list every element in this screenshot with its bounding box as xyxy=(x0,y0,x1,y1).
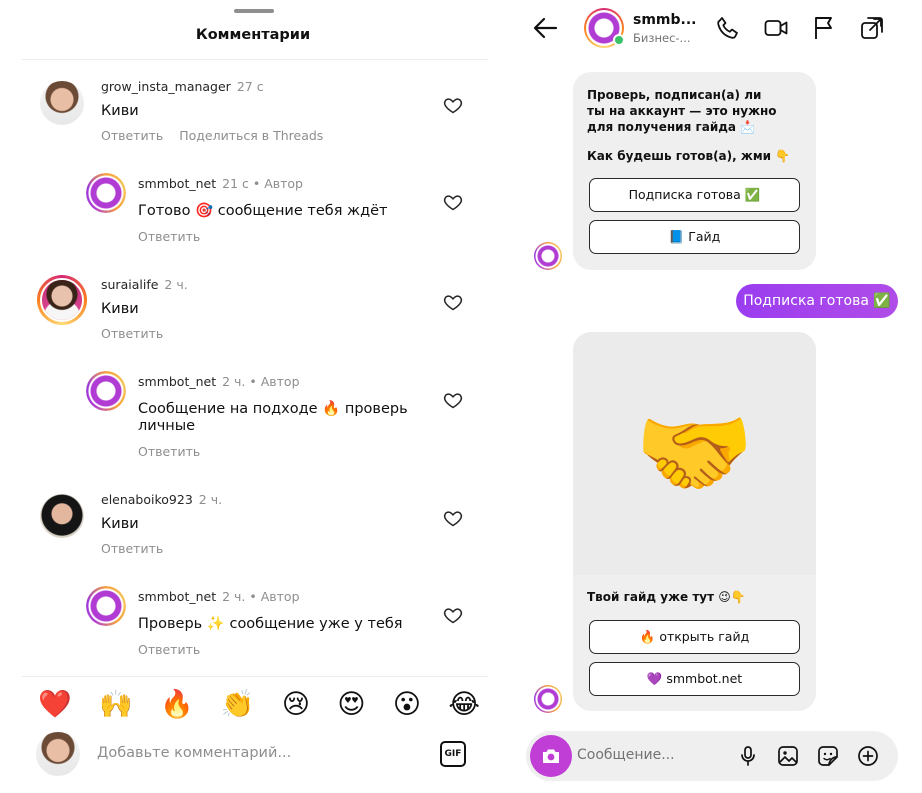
smmbot-logo-icon xyxy=(534,685,562,713)
sheet-drag-handle[interactable] xyxy=(234,9,274,13)
reply-button[interactable]: Ответить xyxy=(101,128,163,143)
comment-meta: 27 с xyxy=(236,79,264,94)
comment-input[interactable]: Добавьте комментарий... xyxy=(97,745,291,761)
comment-reply-item: smmbot_net 2 ч. • Автор Проверь ✨ сообщен… xyxy=(0,585,506,665)
heart-icon[interactable] xyxy=(443,95,463,115)
emoji-laugh-button[interactable]: 😂 xyxy=(448,691,480,718)
microphone-icon[interactable] xyxy=(737,745,759,767)
avatar[interactable] xyxy=(86,371,126,411)
comment-composer: Добавьте комментарий... GIF xyxy=(0,728,506,782)
subscription-ready-button[interactable]: Подписка готова ✅ xyxy=(589,178,800,212)
reply-button[interactable]: Ответить xyxy=(138,642,200,657)
comment-text: Киви xyxy=(101,516,139,532)
image-icon[interactable] xyxy=(777,745,799,767)
phone-icon[interactable] xyxy=(715,15,741,41)
comment-username[interactable]: elenaboiko923 xyxy=(101,492,193,507)
online-status-dot xyxy=(613,34,625,46)
avatar[interactable] xyxy=(534,242,562,270)
avatar[interactable] xyxy=(86,586,126,626)
reply-button[interactable]: Ответить xyxy=(101,326,163,341)
comment-username[interactable]: grow_insta_manager xyxy=(101,79,231,94)
share-threads-button[interactable]: Поделиться в Threads xyxy=(179,128,323,143)
website-button[interactable]: 💜 smmbot.net xyxy=(589,662,800,696)
avatar-story-ring[interactable] xyxy=(37,275,87,325)
comment-meta: 2 ч. xyxy=(164,277,188,292)
camera-button[interactable] xyxy=(530,735,572,777)
video-icon[interactable] xyxy=(763,15,789,41)
open-guide-button[interactable]: 🔥 открыть гайд xyxy=(589,620,800,654)
comment-text: Проверь ✨ сообщение уже у тебя xyxy=(138,616,403,632)
message-text: Проверь, подписан(а) ли ты на аккаунт — … xyxy=(587,88,777,134)
emoji-heart-eyes-button[interactable]: 😍 xyxy=(337,691,365,718)
chat-subtitle: Бизнес-... xyxy=(633,31,691,45)
avatar[interactable] xyxy=(86,173,126,213)
emoji-cry-button[interactable]: 😢 xyxy=(282,691,310,718)
message-input[interactable]: Сообщение... xyxy=(577,747,675,763)
external-link-icon[interactable] xyxy=(859,15,885,41)
gif-button[interactable]: GIF xyxy=(440,741,466,767)
comment-item: elenaboiko923 2 ч. Киви Ответить xyxy=(0,488,506,568)
comment-item: grow_insta_manager 27 с Киви Ответить Поде… xyxy=(0,75,506,155)
bot-card-message: 🤝 Твой гайд уже тут 😉👇 🔥 открыть гайд 💜 … xyxy=(573,332,816,711)
comment-username[interactable]: smmbot_net xyxy=(138,176,216,191)
sticker-icon[interactable] xyxy=(817,745,839,767)
emoji-reaction-bar: ❤️ 🙌 🔥 👏 😢 😍 😮 😂 xyxy=(22,684,492,724)
emoji-heart-button[interactable]: ❤️ xyxy=(38,691,72,718)
heart-icon[interactable] xyxy=(443,605,463,625)
heart-icon[interactable] xyxy=(443,390,463,410)
card-caption: Твой гайд уже тут 😉👇 xyxy=(587,590,746,604)
message-text: Как будешь готов(а), жми 👇 xyxy=(587,149,791,163)
reply-button[interactable]: Ответить xyxy=(101,541,163,556)
flag-icon[interactable] xyxy=(811,15,837,41)
comment-text: Сообщение на подходе 🔥 проверь личные xyxy=(138,401,408,434)
smmbot-logo-icon xyxy=(86,173,126,213)
emoji-fire-button[interactable]: 🔥 xyxy=(160,691,194,718)
smmbot-logo-icon xyxy=(86,371,126,411)
chat-title[interactable]: smmb... xyxy=(633,12,697,28)
divider xyxy=(22,59,488,60)
reply-button[interactable]: Ответить xyxy=(138,229,200,244)
avatar[interactable] xyxy=(40,494,84,538)
comment-username[interactable]: smmbot_net xyxy=(138,374,216,389)
avatar[interactable] xyxy=(40,81,84,125)
sheet-title: Комментарии xyxy=(195,27,311,43)
handshake-image[interactable]: 🤝 xyxy=(573,332,816,575)
comment-item: suraialife 2 ч. Киви Ответить xyxy=(0,273,506,353)
heart-icon[interactable] xyxy=(443,508,463,528)
heart-icon[interactable] xyxy=(443,292,463,312)
comment-reply-item: smmbot_net 21 с • Автор Готово 🎯 сообщени… xyxy=(0,172,506,252)
comment-meta: 2 ч. xyxy=(198,492,223,507)
smmbot-logo-icon xyxy=(534,242,562,270)
comment-meta: 2 ч. • Автор xyxy=(222,589,300,604)
message-composer: Сообщение... xyxy=(526,731,898,781)
emoji-surprised-button[interactable]: 😮 xyxy=(393,691,421,718)
camera-icon xyxy=(543,749,559,763)
bot-message-bubble: Проверь, подписан(а) ли ты на аккаунт — … xyxy=(573,72,816,270)
comments-sheet: Комментарии grow_insta_manager 27 с Киви … xyxy=(0,0,506,793)
divider xyxy=(22,676,488,677)
comment-meta: 2 ч. • Автор xyxy=(222,374,300,389)
comment-meta: 21 с • Автор xyxy=(222,176,303,191)
comment-text: Готово 🎯 сообщение тебя ждёт xyxy=(138,203,388,219)
avatar[interactable] xyxy=(534,685,562,713)
reply-button[interactable]: Ответить xyxy=(138,444,200,459)
plus-icon[interactable] xyxy=(857,745,879,767)
emoji-raised-hands-button[interactable]: 🙌 xyxy=(99,691,133,718)
avatar xyxy=(36,732,80,776)
comment-username[interactable]: smmbot_net xyxy=(138,589,216,604)
emoji-clap-button[interactable]: 👏 xyxy=(221,691,255,718)
user-message-bubble: Подписка готова ✅ xyxy=(736,284,898,318)
guide-button[interactable]: 📘 Гайд xyxy=(589,220,800,254)
comment-reply-item: smmbot_net 2 ч. • Автор Сообщение на подх… xyxy=(0,370,506,465)
comment-username[interactable]: suraialife xyxy=(101,277,158,292)
smmbot-logo-icon xyxy=(86,586,126,626)
heart-icon[interactable] xyxy=(443,192,463,212)
comment-text: Киви xyxy=(101,103,139,119)
dm-thread: smmb... Бизнес-... Проверь, подписан(а) … xyxy=(506,0,922,793)
back-arrow-icon[interactable] xyxy=(532,15,558,41)
comment-text: Киви xyxy=(101,301,139,317)
